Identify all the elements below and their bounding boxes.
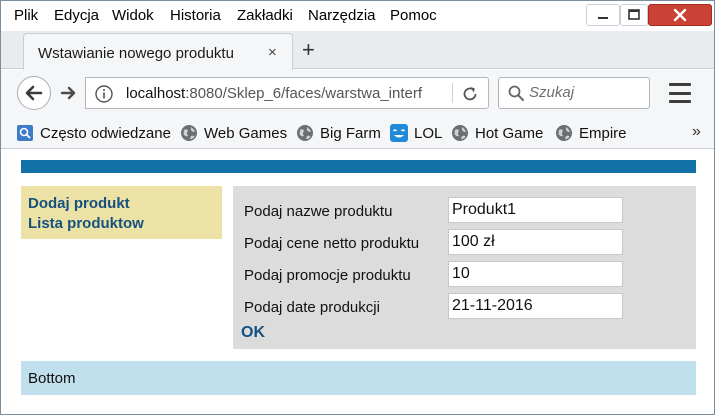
bookmark-big-farm[interactable]: Big Farm [295,122,381,144]
globe-icon [554,123,574,143]
footer-text: Bottom [28,370,76,387]
close-icon [649,5,711,25]
price-input[interactable] [448,229,623,255]
menu-plik-label: Plik [14,7,39,24]
frequent-icon [15,123,35,143]
minimize-icon [587,5,619,25]
lol-icon [389,123,409,143]
bookmark-empire[interactable]: Empire [554,122,627,144]
bookmark-frequent[interactable]: Często odwiedzane [15,122,171,144]
tab-active[interactable]: Wstawianie nowego produktu × [23,33,293,70]
menu-widok[interactable]: Widok [112,7,154,24]
promo-input[interactable] [448,261,623,287]
sidebar: Dodaj produkt Lista produktow [21,186,222,239]
forward-arrow-icon [60,86,76,100]
menu-pomoc-label: Pomoc [390,7,437,24]
bookmark-label: Empire [579,124,627,142]
globe-icon [450,123,470,143]
menu-widok-label: Widok [112,7,154,24]
bookmarks-overflow-button[interactable]: » [692,123,701,141]
url-text[interactable]: localhost:8080/Sklep_6/faces/warstwa_int… [126,85,446,102]
page-content: Dodaj produkt Lista produktow Podaj nazw… [1,150,714,414]
url-separator [452,83,453,103]
globe-icon [179,123,199,143]
menu-narzedzia[interactable]: Narzędzia [308,7,376,24]
hamburger-menu-button[interactable] [665,80,695,106]
bookmark-label: Hot Game [475,124,544,142]
bookmark-label: LOL [414,124,443,142]
back-arrow-icon [25,85,43,101]
maximize-button[interactable] [620,4,648,26]
forward-button[interactable] [56,81,82,105]
menu-historia-label: Historia [170,7,221,24]
menu-zakladki[interactable]: Zakładki [237,7,293,24]
menu-edycja[interactable]: Edycja [54,7,99,24]
back-button[interactable] [17,76,51,110]
menu-plik[interactable]: Plik [14,7,38,24]
menu-historia[interactable]: Historia [170,7,221,24]
menu-edycja-label: Edycja [54,7,100,24]
hamburger-line [669,91,691,95]
price-label: Podaj cene netto produktu [244,235,420,252]
url-path: :8080/Sklep_6/faces/warstwa_interf [185,85,423,102]
header-bar [21,160,696,173]
date-input[interactable] [448,293,623,319]
bookmark-hot-game[interactable]: Hot Game [450,122,543,144]
bookmark-web-games[interactable]: Web Games [179,122,287,144]
bookmarks-bar: Często odwiedzane Web Games Big Farm LOL… [1,116,714,149]
menu-pomoc[interactable]: Pomoc [390,7,437,24]
bookmark-label: Często odwiedzane [40,124,171,142]
menu-narzedzia-label: Narzędzia [308,7,376,24]
browser-window: Plik Edycja Widok Historia Zakładki Narz… [0,0,715,415]
tab-close-icon[interactable]: × [268,44,277,61]
search-input[interactable] [529,84,644,101]
date-label: Podaj date produkcji [244,299,380,316]
url-host: localhost [126,85,186,102]
close-window-button[interactable] [648,4,712,26]
hamburger-line [669,100,691,103]
menu-zakladki-label: Zakładki [237,7,293,24]
search-icon [508,85,524,101]
navigation-bar: localhost:8080/Sklep_6/faces/warstwa_int… [1,70,714,116]
info-icon[interactable] [94,84,114,104]
add-product-link[interactable]: Dodaj produkt [28,194,222,214]
tab-title: Wstawianie nowego produktu [38,45,234,62]
minimize-button[interactable] [586,4,620,26]
maximize-icon [621,5,647,25]
ok-button[interactable]: OK [241,324,265,342]
reload-icon[interactable] [460,84,480,104]
bookmark-label: Big Farm [320,124,381,142]
bookmark-lol[interactable]: LOL [389,122,442,144]
name-input[interactable] [448,197,623,223]
name-label: Podaj nazwe produktu [244,203,393,220]
bookmark-label: Web Games [204,124,288,142]
new-tab-button[interactable]: + [302,37,315,63]
hamburger-line [669,83,691,86]
tab-strip: Wstawianie nowego produktu × + [1,31,714,70]
footer: Bottom [21,361,696,395]
menu-bar: Plik Edycja Widok Historia Zakładki Narz… [1,1,714,31]
product-form: Podaj nazwe produktu Podaj cene netto pr… [233,186,696,349]
search-bar[interactable] [498,77,650,109]
globe-icon [295,123,315,143]
promo-label: Podaj promocje produktu [244,267,411,284]
url-bar[interactable]: localhost:8080/Sklep_6/faces/warstwa_int… [85,77,489,109]
product-list-link[interactable]: Lista produktow [28,214,222,234]
